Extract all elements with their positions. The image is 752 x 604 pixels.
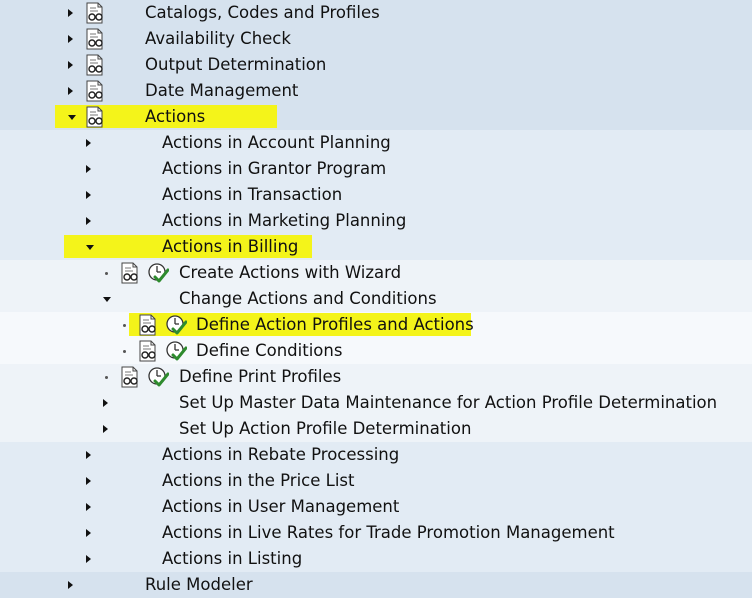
documentation-glasses-icon[interactable] [137,338,159,364]
bullet-icon [123,312,126,338]
tree-node[interactable]: Actions in Marketing Planning [0,208,752,234]
tree-node-label[interactable]: Actions in Transaction [162,182,342,208]
tree-node-label[interactable]: Availability Check [145,26,291,52]
tree-node[interactable]: Rule Modeler [0,572,752,598]
tree-node[interactable]: Set Up Master Data Maintenance for Actio… [0,390,752,416]
tree-node-label[interactable]: Output Determination [145,52,326,78]
triangle-right-icon[interactable] [68,78,73,104]
execute-clock-check-icon[interactable] [165,338,187,364]
triangle-right-icon[interactable] [86,208,91,234]
tree-node-label[interactable]: Actions in Live Rates for Trade Promotio… [162,520,615,546]
tree-node-label[interactable]: Define Print Profiles [179,364,341,390]
documentation-glasses-icon[interactable] [137,312,159,338]
triangle-down-icon[interactable] [68,104,76,130]
tree-node[interactable]: Create Actions with Wizard [0,260,752,286]
tree-node-label[interactable]: Define Action Profiles and Actions [196,312,474,338]
tree-node[interactable]: Actions in Grantor Program [0,156,752,182]
tree-node[interactable]: Actions in Listing [0,546,752,572]
documentation-glasses-icon[interactable] [84,52,106,78]
tree-node[interactable]: Actions in User Management [0,494,752,520]
bullet-icon [105,260,108,286]
execute-clock-check-icon[interactable] [147,260,169,286]
triangle-right-icon[interactable] [103,390,108,416]
triangle-down-icon[interactable] [86,234,94,260]
tree-node-label[interactable]: Actions in Marketing Planning [162,208,406,234]
triangle-right-icon[interactable] [68,52,73,78]
execute-clock-check-icon[interactable] [147,364,169,390]
tree-node-label[interactable]: Create Actions with Wizard [179,260,401,286]
triangle-right-icon[interactable] [86,156,91,182]
documentation-glasses-icon[interactable] [84,78,106,104]
triangle-right-icon[interactable] [68,26,73,52]
triangle-right-icon[interactable] [86,494,91,520]
tree-node[interactable]: Actions in Rebate Processing [0,442,752,468]
tree-node[interactable]: Actions in the Price List [0,468,752,494]
tree-node-label[interactable]: Set Up Master Data Maintenance for Actio… [179,390,717,416]
bullet-icon [105,364,108,390]
tree-node-label[interactable]: Change Actions and Conditions [179,286,437,312]
triangle-right-icon[interactable] [68,0,73,26]
documentation-glasses-icon[interactable] [84,104,106,130]
tree-node-label[interactable]: Define Conditions [196,338,342,364]
documentation-glasses-icon[interactable] [84,0,106,26]
tree-node-label[interactable]: Actions [145,104,205,130]
tree-node[interactable]: Actions in Billing [0,234,752,260]
img-tree: Catalogs, Codes and Profiles Availability… [0,0,752,604]
tree-node[interactable]: Define Conditions [0,338,752,364]
tree-node[interactable]: Actions [0,104,752,130]
triangle-right-icon[interactable] [86,546,91,572]
tree-node-label[interactable]: Actions in Grantor Program [162,156,386,182]
tree-node[interactable]: Define Print Profiles [0,364,752,390]
tree-node[interactable]: Actions in Account Planning [0,130,752,156]
tree-node[interactable]: Define Action Profiles and Actions [0,312,752,338]
triangle-right-icon[interactable] [86,520,91,546]
tree-node-label[interactable]: Actions in User Management [162,494,399,520]
triangle-right-icon[interactable] [68,572,73,598]
tree-node-label[interactable]: Date Management [145,78,298,104]
tree-node[interactable]: Date Management [0,78,752,104]
documentation-glasses-icon[interactable] [119,364,141,390]
bullet-icon [123,338,126,364]
tree-node-label[interactable]: Set Up Action Profile Determination [179,416,471,442]
tree-node-label[interactable]: Actions in the Price List [162,468,354,494]
tree-node[interactable]: Output Determination [0,52,752,78]
documentation-glasses-icon[interactable] [119,260,141,286]
tree-node[interactable]: Actions in Live Rates for Trade Promotio… [0,520,752,546]
triangle-down-icon[interactable] [103,286,111,312]
execute-clock-check-icon[interactable] [165,312,187,338]
tree-node[interactable]: Set Up Action Profile Determination [0,416,752,442]
tree-node[interactable]: Change Actions and Conditions [0,286,752,312]
tree-node-label[interactable]: Actions in Account Planning [162,130,391,156]
tree-node-label[interactable]: Actions in Rebate Processing [162,442,399,468]
tree-node[interactable]: Catalogs, Codes and Profiles [0,0,752,26]
tree-node[interactable]: Actions in Transaction [0,182,752,208]
tree-node-label[interactable]: Actions in Listing [162,546,302,572]
tree-node[interactable]: Availability Check [0,26,752,52]
tree-node-label[interactable]: Catalogs, Codes and Profiles [145,0,380,26]
documentation-glasses-icon[interactable] [84,26,106,52]
triangle-right-icon[interactable] [86,468,91,494]
triangle-right-icon[interactable] [86,182,91,208]
triangle-right-icon[interactable] [86,130,91,156]
tree-node-label[interactable]: Actions in Billing [162,234,298,260]
triangle-right-icon[interactable] [86,442,91,468]
triangle-right-icon[interactable] [103,416,108,442]
tree-node-label[interactable]: Rule Modeler [145,572,253,598]
